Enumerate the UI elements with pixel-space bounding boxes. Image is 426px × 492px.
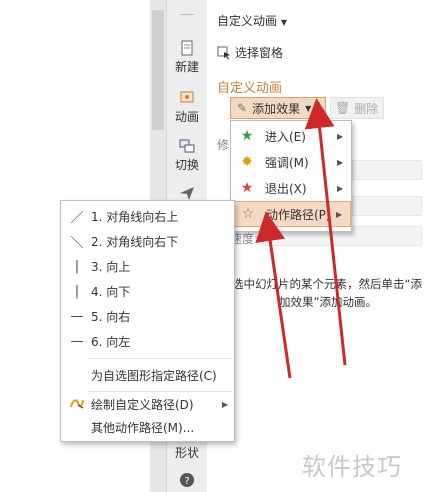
arrow-to-add-effect bbox=[304, 98, 347, 366]
annotation-arrows bbox=[255, 98, 347, 379]
arrow-to-motion-path bbox=[255, 211, 292, 379]
watermark: 软件技巧 bbox=[302, 453, 402, 481]
